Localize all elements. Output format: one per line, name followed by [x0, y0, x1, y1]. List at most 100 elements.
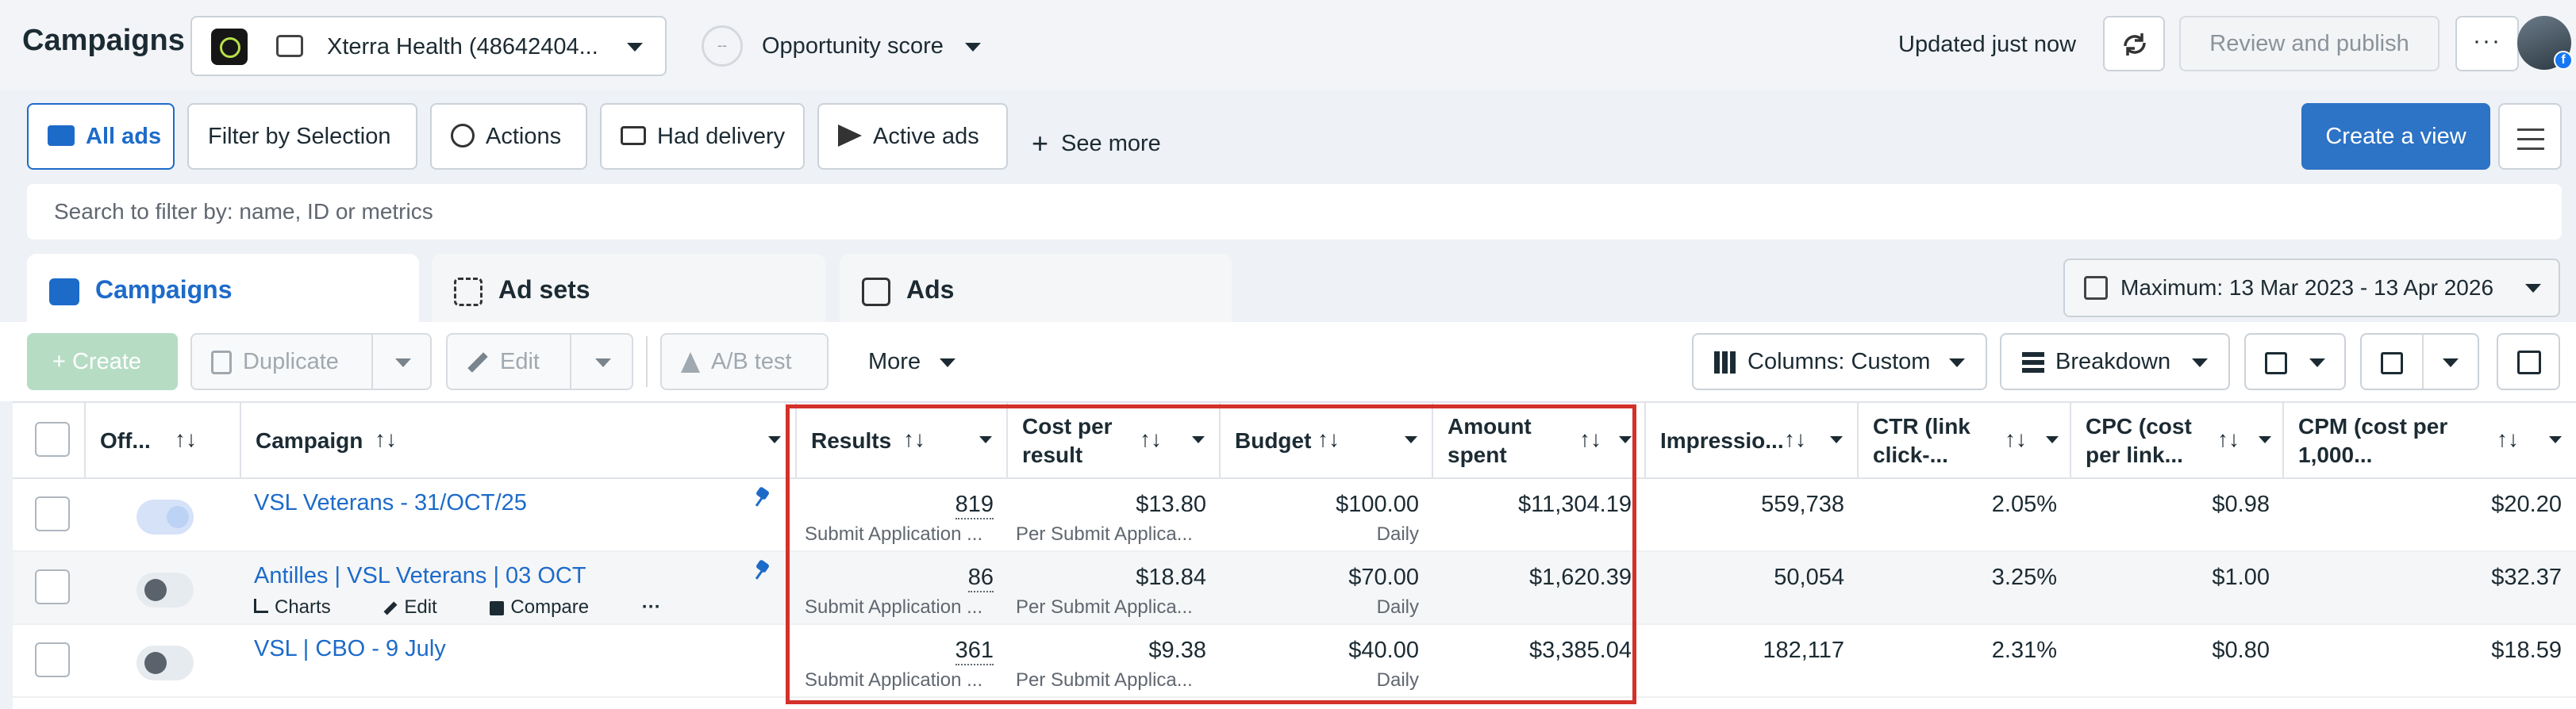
sort-icon[interactable]: ↑↓: [2217, 427, 2240, 452]
actions-button[interactable]: Actions: [430, 103, 587, 170]
pin-icon[interactable]: [755, 561, 770, 581]
create-button[interactable]: + Create: [27, 333, 178, 390]
compare-link[interactable]: Compare: [490, 596, 613, 618]
col-header-off-on-label: Off...: [100, 428, 151, 453]
sort-icon[interactable]: ↑↓: [175, 427, 197, 452]
avatar[interactable]: f: [2517, 16, 2573, 70]
campaign-toggle[interactable]: [136, 573, 194, 607]
campaigns-table: Off... ↑↓ Campaign ↑↓ Results ↑↓ Cost pe…: [13, 401, 2576, 709]
table-row[interactable]: VSL Veterans - 31/OCT/25 819 Submit Appl…: [13, 479, 2576, 552]
more-button[interactable]: More: [846, 333, 981, 390]
sort-icon[interactable]: ↑↓: [2497, 427, 2519, 452]
export-button[interactable]: [2360, 333, 2479, 390]
more-options-button[interactable]: ···: [2455, 16, 2519, 71]
filter-by-selection-button[interactable]: Filter by Selection: [187, 103, 417, 170]
search-input[interactable]: Search to filter by: name, ID or metrics: [27, 184, 2562, 240]
all-ads-button[interactable]: All ads: [27, 103, 175, 170]
col-header-amount-spent[interactable]: Amount spent ↑↓: [1433, 403, 1646, 479]
amount-spent-cell: $1,620.39: [1433, 552, 1646, 625]
col-header-budget-label: Budget: [1235, 428, 1312, 453]
chevron-down-icon: [627, 43, 643, 52]
chevron-down-icon[interactable]: [1619, 436, 1632, 443]
review-and-publish-button[interactable]: Review and publish: [2179, 16, 2440, 71]
duplicate-button[interactable]: Duplicate: [190, 333, 432, 390]
cpc-cell: $0.98: [2071, 479, 2284, 552]
campaign-toggle[interactable]: [136, 646, 194, 680]
chevron-down-icon[interactable]: [2046, 436, 2059, 443]
col-header-cpm[interactable]: CPM (cost per 1,000... ↑↓: [2284, 403, 2576, 479]
sort-icon[interactable]: ↑↓: [1784, 427, 1806, 452]
impressions-cell: 50,054: [1646, 552, 1859, 625]
campaign-name-link[interactable]: Antilles | VSL Veterans | 03 OCT: [254, 563, 586, 589]
col-header-cpc-label-2: per link...: [2086, 443, 2183, 467]
results-value[interactable]: 361: [955, 638, 994, 665]
date-range-picker[interactable]: Maximum: 13 Mar 2023 - 13 Apr 2026: [2063, 259, 2560, 317]
select-all-checkbox[interactable]: [35, 422, 70, 457]
results-value[interactable]: 86: [967, 565, 994, 592]
sort-icon[interactable]: ↑↓: [2005, 427, 2027, 452]
chevron-down-icon[interactable]: [2259, 436, 2271, 443]
col-header-ctr[interactable]: CTR (link click-... ↑↓: [1859, 403, 2071, 479]
charts-link[interactable]: Charts: [254, 596, 355, 618]
chevron-down-icon[interactable]: [979, 436, 992, 443]
create-view-button[interactable]: Create a view: [2301, 103, 2490, 170]
chevron-down-icon: [2443, 358, 2459, 367]
chevron-down-icon[interactable]: [768, 436, 781, 443]
budget-value: $40.00: [1348, 638, 1419, 663]
col-header-budget[interactable]: Budget ↑↓: [1221, 403, 1433, 479]
chevron-down-icon: [1949, 358, 1965, 367]
chevron-down-icon[interactable]: [2549, 436, 2562, 443]
chevron-down-icon: [2192, 358, 2208, 367]
chevron-down-icon[interactable]: [1830, 436, 1843, 443]
results-subtext: Submit Application ...: [805, 669, 983, 691]
columns-label: Columns: Custom: [1747, 349, 1931, 374]
columns-button[interactable]: Columns: Custom: [1692, 333, 1987, 390]
col-header-impressions[interactable]: Impressio... ↑↓: [1646, 403, 1859, 479]
row-checkbox[interactable]: [35, 569, 70, 604]
col-header-cpc[interactable]: CPC (cost per link... ↑↓: [2071, 403, 2284, 479]
col-header-off-on[interactable]: Off... ↑↓: [86, 403, 241, 479]
budget-cell: $40.00 Daily: [1221, 625, 1433, 698]
campaign-name-link[interactable]: VSL Veterans - 31/OCT/25: [254, 490, 527, 516]
account-selector[interactable]: Xterra Health (48642404...: [190, 16, 667, 76]
sort-icon[interactable]: ↑↓: [1140, 427, 1162, 452]
chevron-down-icon[interactable]: [1192, 436, 1205, 443]
sort-icon[interactable]: ↑↓: [375, 427, 397, 452]
pin-icon[interactable]: [755, 489, 770, 508]
col-header-campaign[interactable]: Campaign ↑↓: [241, 403, 797, 479]
col-header-results[interactable]: Results ↑↓: [797, 403, 1008, 479]
tab-ad-sets[interactable]: Ad sets: [432, 254, 825, 322]
table-row[interactable]: VSL | CBO - 9 July 361 Submit Applicatio…: [13, 625, 2576, 698]
tab-ads[interactable]: Ads: [840, 254, 1232, 322]
cpc-value: $0.98: [2212, 492, 2270, 517]
col-header-cost-per-result[interactable]: Cost per result ↑↓: [1008, 403, 1221, 479]
edit-button[interactable]: Edit: [446, 333, 633, 390]
edit-link[interactable]: Edit: [383, 596, 460, 618]
active-ads-button[interactable]: Active ads: [817, 103, 1008, 170]
campaign-name-link[interactable]: VSL | CBO - 9 July: [254, 636, 446, 662]
view-charts-button[interactable]: [2497, 333, 2560, 390]
ab-test-button[interactable]: A/B test: [660, 333, 829, 390]
opportunity-score-label: Opportunity score: [762, 33, 944, 59]
results-value[interactable]: 819: [955, 492, 994, 519]
sort-icon[interactable]: ↑↓: [1579, 427, 1601, 452]
pencil-icon: [467, 352, 488, 374]
reports-button[interactable]: [2244, 333, 2346, 390]
see-more-button[interactable]: + See more: [1032, 127, 1161, 160]
budget-cell: $70.00 Daily: [1221, 552, 1433, 625]
tab-campaigns[interactable]: Campaigns: [27, 254, 419, 322]
filter-settings-button[interactable]: [2498, 103, 2562, 170]
row-checkbox[interactable]: [35, 496, 70, 531]
chevron-down-icon[interactable]: [1405, 436, 1417, 443]
campaign-toggle[interactable]: [136, 500, 194, 535]
breakdown-button[interactable]: Breakdown: [2000, 333, 2230, 390]
had-delivery-button[interactable]: Had delivery: [600, 103, 805, 170]
more-row-actions-button[interactable]: ···: [642, 596, 661, 618]
refresh-button[interactable]: [2103, 16, 2165, 71]
mail-icon: [621, 126, 646, 146]
row-checkbox[interactable]: [35, 642, 70, 677]
opportunity-score[interactable]: -- Opportunity score: [698, 21, 992, 73]
sort-icon[interactable]: ↑↓: [903, 427, 925, 452]
table-row[interactable]: Antilles | VSL Veterans | 03 OCT Charts …: [13, 552, 2576, 625]
sort-icon[interactable]: ↑↓: [1317, 427, 1340, 452]
